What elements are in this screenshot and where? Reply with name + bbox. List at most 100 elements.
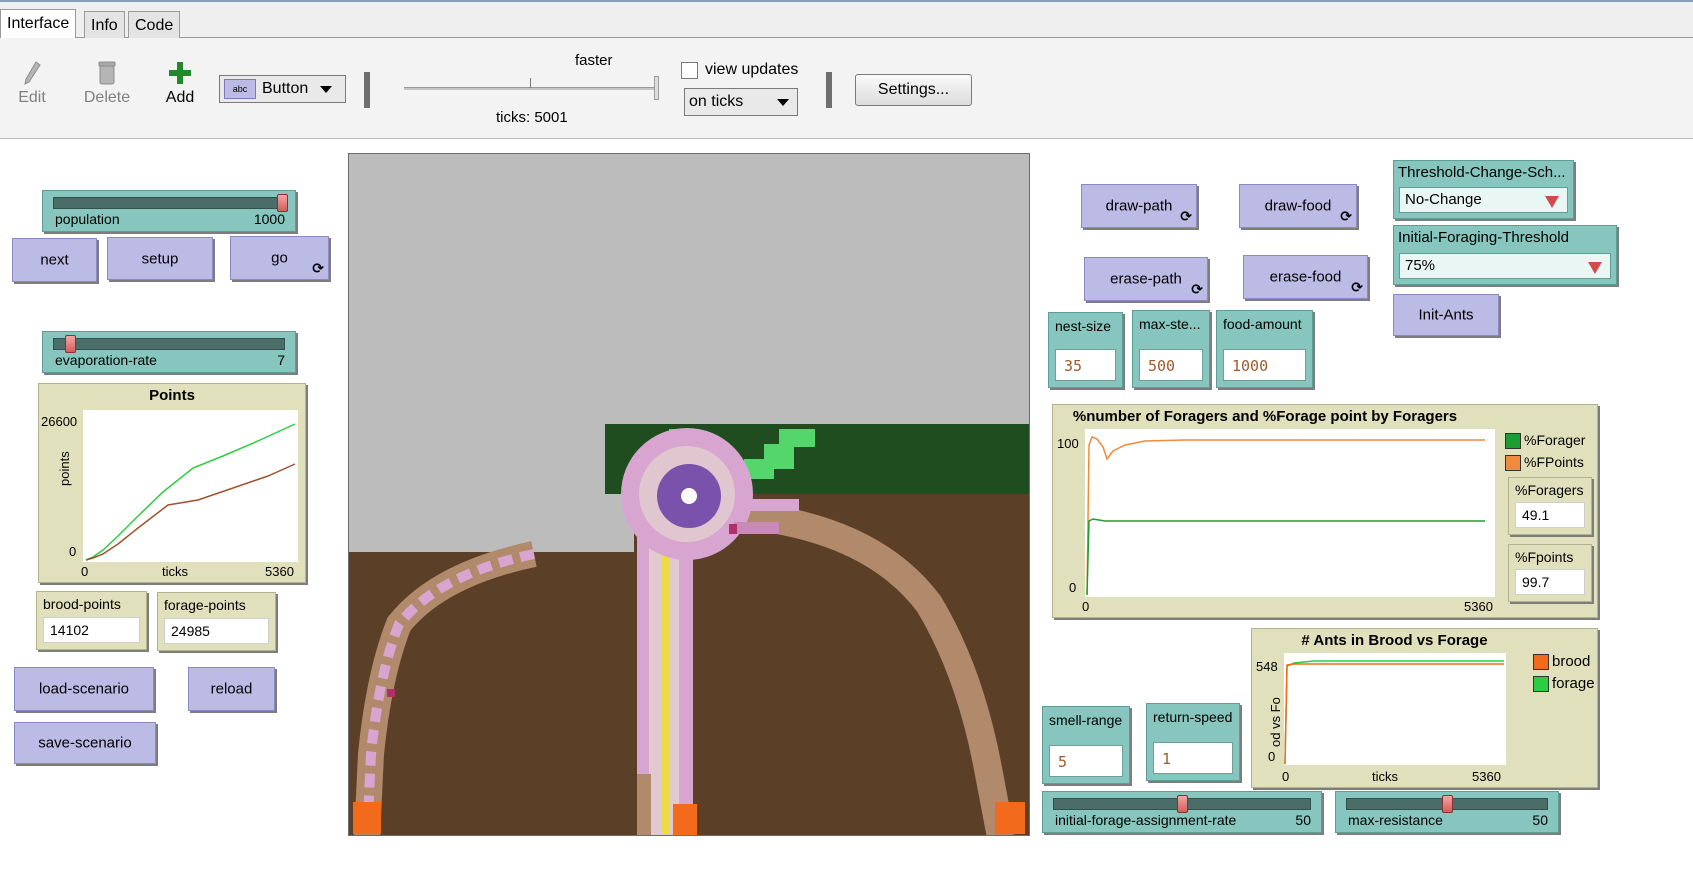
ants-plot-canvas xyxy=(1284,653,1506,765)
evaporation-rate-slider[interactable]: evaporation-rate 7 xyxy=(42,331,296,373)
forage-points-label: forage-points xyxy=(164,597,246,613)
points-plot-xlabel: ticks xyxy=(162,564,188,579)
initial-forage-assignment-rate-slider[interactable]: initial-forage-assignment-rate 50 xyxy=(1042,791,1322,833)
tab-bar: Interface Info Code xyxy=(0,0,1693,41)
draw-food-button[interactable]: draw-food ⟳ xyxy=(1239,184,1357,228)
world-view[interactable] xyxy=(348,153,1030,836)
population-label: population xyxy=(55,211,120,227)
evaporation-rate-label: evaporation-rate xyxy=(55,352,157,368)
edit-label: Edit xyxy=(18,89,46,106)
points-plot-ymin: 0 xyxy=(69,544,77,559)
settings-button[interactable]: Settings... xyxy=(855,74,972,106)
plus-icon xyxy=(169,62,191,84)
threshold-change-chooser[interactable]: Threshold-Change-Sch... No-Change xyxy=(1393,160,1574,219)
add-button[interactable]: Add xyxy=(160,60,200,107)
food-amount-input[interactable]: food-amount 1000 xyxy=(1216,310,1313,388)
button-widget-icon: abc xyxy=(224,79,256,99)
foragers-plot-title: %number of Foragers and %Forage point by… xyxy=(1072,408,1458,425)
food-amount-label: food-amount xyxy=(1223,316,1302,332)
population-slider-thumb[interactable] xyxy=(277,194,288,212)
go-button[interactable]: go ⟳ xyxy=(230,236,329,280)
smell-range-input[interactable]: smell-range 5 xyxy=(1042,706,1130,784)
legend-swatch xyxy=(1533,676,1549,693)
points-plot-title: Points xyxy=(149,387,195,404)
initial-forage-assignment-rate-label: initial-forage-assignment-rate xyxy=(1055,812,1237,828)
evaporation-slider-track xyxy=(53,338,285,350)
ants-plot: # Ants in Brood vs Forage 548 0 od vs Fo… xyxy=(1251,628,1598,788)
delete-label: Delete xyxy=(83,89,131,106)
nest-size-value[interactable]: 35 xyxy=(1055,349,1116,381)
tab-code[interactable]: Code xyxy=(128,11,181,40)
draw-path-label: draw-path xyxy=(1105,197,1173,215)
toolbar-divider xyxy=(364,72,370,108)
points-plot-ylabel: points xyxy=(57,451,72,486)
legend-brood: brood xyxy=(1552,653,1591,670)
initial-forage-assignment-rate-value: 50 xyxy=(1295,812,1311,828)
return-speed-value[interactable]: 1 xyxy=(1153,742,1233,774)
speed-slider-thumb[interactable] xyxy=(654,76,659,100)
max-resistance-slider[interactable]: max-resistance 50 xyxy=(1335,791,1559,833)
food-amount-value[interactable]: 1000 xyxy=(1223,349,1306,381)
initial-forage-rate-thumb[interactable] xyxy=(1177,795,1188,813)
erase-food-label: erase-food xyxy=(1269,268,1342,286)
forever-icon: ⟳ xyxy=(312,260,324,276)
save-scenario-label: save-scenario xyxy=(38,734,132,752)
delete-button[interactable]: Delete xyxy=(80,60,134,107)
legend-swatch xyxy=(1505,433,1521,450)
legend-swatch xyxy=(1505,455,1521,472)
view-updates-label: view updates xyxy=(705,61,799,78)
foragers-plot-ymin: 0 xyxy=(1069,580,1077,595)
initial-foraging-threshold-chooser[interactable]: Initial-Foraging-Threshold 75% xyxy=(1393,225,1617,285)
dropdown-triangle-icon xyxy=(1545,196,1559,208)
pct-fpoints-monitor: %Fpoints 99.7 xyxy=(1508,544,1592,602)
update-mode-select[interactable]: on ticks xyxy=(684,88,798,116)
ants-plot-ymin: 0 xyxy=(1268,749,1276,764)
erase-path-button[interactable]: erase-path ⟳ xyxy=(1084,257,1208,301)
reload-label: reload xyxy=(210,680,253,698)
ants-plot-ymax: 548 xyxy=(1256,659,1278,674)
reload-button[interactable]: reload xyxy=(188,667,275,711)
dropdown-triangle-icon xyxy=(1588,262,1602,274)
initial-foraging-threshold-label: Initial-Foraging-Threshold xyxy=(1398,229,1569,246)
next-button[interactable]: next xyxy=(12,238,97,282)
init-ants-button[interactable]: Init-Ants xyxy=(1393,294,1499,336)
ants-plot-title: # Ants in Brood vs Forage xyxy=(1301,632,1488,649)
population-slider[interactable]: population 1000 xyxy=(42,190,296,232)
setup-button[interactable]: setup xyxy=(107,237,213,280)
population-value: 1000 xyxy=(253,211,285,227)
tab-info[interactable]: Info xyxy=(84,11,125,40)
evaporation-rate-value: 7 xyxy=(277,352,285,368)
world-view-canvas xyxy=(349,154,1029,835)
nest-size-label: nest-size xyxy=(1055,318,1112,334)
evaporation-slider-thumb[interactable] xyxy=(65,335,76,353)
view-updates-checkbox[interactable] xyxy=(681,62,698,79)
initial-foraging-threshold-value: 75% xyxy=(1405,257,1436,274)
smell-range-value[interactable]: 5 xyxy=(1049,745,1123,777)
load-scenario-button[interactable]: load-scenario xyxy=(14,667,154,711)
tab-interface[interactable]: Interface xyxy=(0,9,77,41)
speed-slider-tick xyxy=(530,78,531,88)
widget-type-select[interactable]: abc Button xyxy=(219,75,346,103)
threshold-change-value-box: No-Change xyxy=(1399,187,1568,213)
threshold-change-label: Threshold-Change-Sch... xyxy=(1398,164,1566,181)
tab-interface-label: Interface xyxy=(7,15,70,32)
max-resistance-value: 50 xyxy=(1532,812,1548,828)
ticks-counter: ticks: 5001 xyxy=(496,109,568,126)
forage-points-value: 24985 xyxy=(164,618,269,644)
max-steps-input[interactable]: max-ste... 500 xyxy=(1132,310,1210,388)
nest-size-input[interactable]: nest-size 35 xyxy=(1048,312,1123,388)
draw-path-button[interactable]: draw-path ⟳ xyxy=(1081,184,1197,228)
erase-food-button[interactable]: erase-food ⟳ xyxy=(1243,255,1368,299)
speed-label: faster xyxy=(575,52,613,69)
points-plot-xmax: 5360 xyxy=(265,564,294,579)
toolbar-divider xyxy=(826,72,832,108)
max-resistance-thumb[interactable] xyxy=(1442,795,1453,813)
return-speed-input[interactable]: return-speed 1 xyxy=(1146,703,1240,781)
foragers-plot-xmin: 0 xyxy=(1082,599,1090,614)
max-steps-value[interactable]: 500 xyxy=(1139,349,1203,381)
edit-button[interactable]: Edit xyxy=(14,60,50,107)
update-mode-value: on ticks xyxy=(689,93,744,110)
save-scenario-button[interactable]: save-scenario xyxy=(14,722,156,764)
brood-points-label: brood-points xyxy=(43,596,121,612)
max-steps-label: max-ste... xyxy=(1139,316,1201,332)
